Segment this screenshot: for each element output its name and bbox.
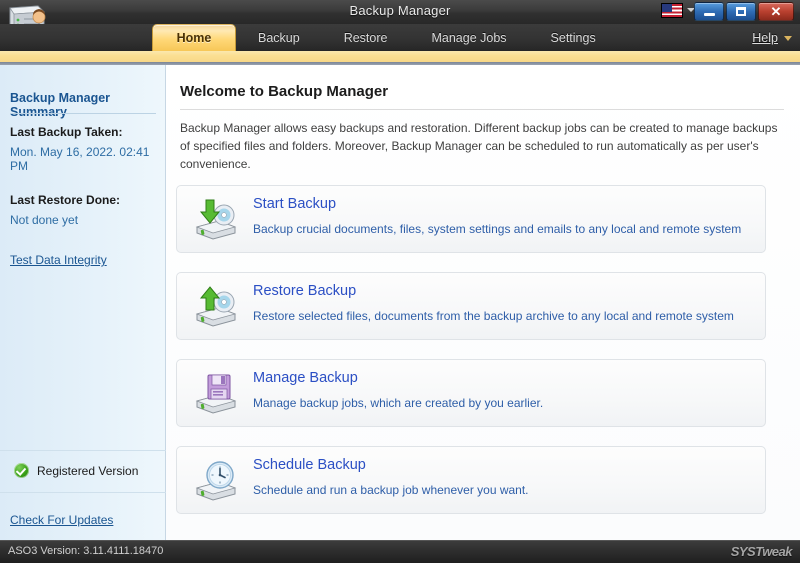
tab-settings-label: Settings [550,30,596,45]
sidebar-title: Backup Manager Summary [10,91,111,119]
last-restore-label: Last Restore Done: [10,193,121,207]
card-restore-backup-title: Restore Backup [253,283,357,299]
minimize-button[interactable] [694,2,724,21]
card-schedule-backup[interactable]: Schedule Backup Schedule and run a backu… [176,446,766,514]
tab-backup[interactable]: Backup [236,24,322,51]
help-menu-label: Help [752,30,778,45]
maximize-button[interactable] [726,2,756,21]
tab-manage-jobs[interactable]: Manage Jobs [409,24,528,51]
card-restore-backup-desc: Restore selected files, documents from t… [253,309,734,323]
intro-text: Backup Manager allows easy backups and r… [180,121,778,171]
hard-drive-upload-icon [195,286,237,327]
floppy-disk-icon [195,374,237,414]
sidebar: Backup Manager Summary Last Backup Taken… [0,65,166,540]
sidebar-divider [10,113,156,114]
status-bar: ASO3 Version: 3.11.4111.18470 SYSTweak [0,540,800,563]
accent-bar [0,51,800,62]
systweak-watermark: SYSTweak [730,544,793,559]
sidebar-divider-3 [0,492,166,493]
help-menu-button[interactable]: Help [752,24,792,51]
content-area: Backup Manager Summary Last Backup Taken… [0,65,800,540]
page-title-divider [180,109,784,110]
card-manage-backup[interactable]: Manage Backup Manage backup jobs, which … [176,359,766,427]
hard-drive-download-icon [195,199,237,240]
sidebar-divider-2 [0,450,166,451]
card-schedule-backup-desc: Schedule and run a backup job whenever y… [253,483,529,497]
tab-manage-jobs-label: Manage Jobs [431,30,507,45]
title-bar: Backup Manager ✕ [0,0,800,24]
card-start-backup-title: Start Backup [253,196,337,212]
tab-restore[interactable]: Restore [322,24,410,51]
last-backup-label: Last Backup Taken: [10,125,123,139]
card-schedule-backup-title: Schedule Backup [253,457,366,473]
main-tabs: Home Backup Restore Manage Jobs Settings [152,24,618,51]
close-button[interactable]: ✕ [758,2,794,21]
clock-icon [195,461,237,501]
backup-manager-window: Backup Manager ✕ Home Backup Restore Man… [0,0,800,563]
version-text: ASO3 Version: 3.11.4111.18470 [8,545,164,557]
card-manage-backup-title: Manage Backup [253,370,358,386]
card-start-backup[interactable]: Start Backup Backup crucial documents, f… [176,185,766,253]
tab-backup-label: Backup [258,30,300,45]
last-restore-value: Not done yet [10,213,79,227]
last-backup-value: Mon. May 16, 2022. 02:41 PM [10,145,150,173]
maximize-icon [736,7,746,16]
green-check-icon [14,463,29,478]
tab-home-label: Home [176,31,212,45]
flag-union [662,4,672,12]
test-data-integrity-link[interactable]: Test Data Integrity [10,253,107,267]
chevron-down-icon [784,36,792,41]
minimize-icon [703,12,715,16]
tab-settings[interactable]: Settings [529,24,618,51]
tab-restore-label: Restore [343,30,388,45]
us-flag-icon[interactable] [661,3,683,18]
check-for-updates-link[interactable]: Check For Updates [10,513,113,527]
close-icon: ✕ [770,4,782,19]
card-manage-backup-desc: Manage backup jobs, which are created by… [253,396,544,410]
registered-label: Registered Version [37,463,139,478]
card-restore-backup[interactable]: Restore Backup Restore selected files, d… [176,272,766,340]
window-controls: ✕ [694,2,794,21]
registration-status: Registered Version [14,463,138,478]
page-title: Welcome to Backup Manager [180,83,389,100]
card-start-backup-desc: Backup crucial documents, files, system … [253,222,742,236]
tab-home[interactable]: Home [152,24,236,51]
main-panel: Welcome to Backup Manager Backup Manager… [166,65,800,540]
tab-strip: Home Backup Restore Manage Jobs Settings… [0,24,800,51]
